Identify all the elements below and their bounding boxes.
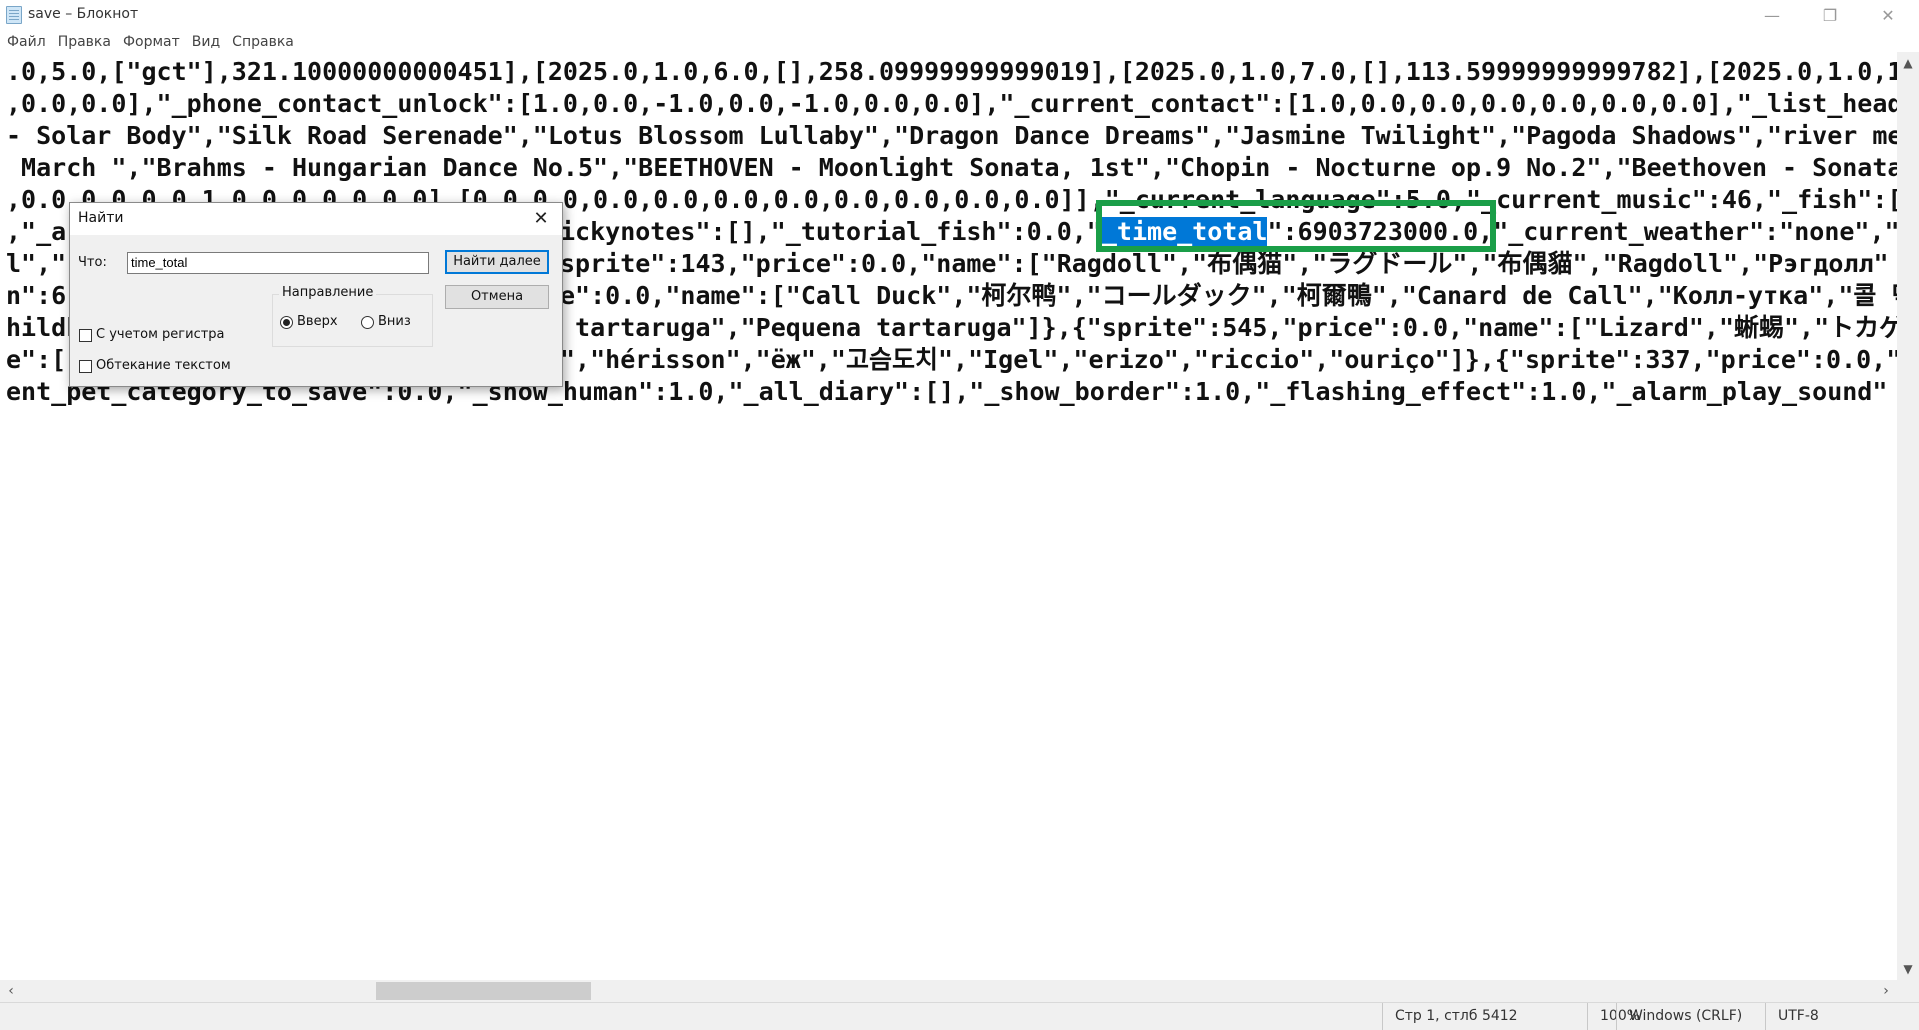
scroll-up-icon[interactable]: ▲ — [1897, 52, 1919, 74]
text-line: ,"_a — [6, 217, 67, 246]
find-dialog-title: Найти — [78, 210, 124, 226]
text-editor[interactable]: .0,5.0,["gct"],321.10000000000451],[2025… — [0, 52, 1897, 980]
scroll-right-icon[interactable]: › — [1875, 980, 1897, 1002]
search-input[interactable]: time_total — [127, 252, 429, 274]
minimize-button[interactable]: — — [1743, 0, 1801, 30]
menu-help[interactable]: Справка — [225, 30, 299, 52]
text-segment: ickynotes":[],"_tutorial_fish":0.0," — [560, 217, 1102, 246]
close-icon[interactable]: ✕ — [528, 206, 554, 232]
text-line: l"," — [6, 249, 67, 278]
maximize-button[interactable]: ❐ — [1801, 0, 1859, 30]
horizontal-scrollbar[interactable]: ‹ › — [0, 980, 1897, 1002]
close-window-button[interactable]: ✕ — [1859, 0, 1917, 30]
text-line: n":6 — [6, 281, 67, 310]
wrap-around-checkbox[interactable] — [79, 360, 92, 373]
cursor-position: Стр 1, стлб 5412 — [1382, 1003, 1522, 1030]
scrollbar-corner — [1897, 980, 1919, 1002]
cancel-button[interactable]: Отмена — [445, 285, 549, 309]
selected-search-match: _time_total — [1101, 217, 1268, 246]
horizontal-scroll-thumb[interactable] — [376, 982, 591, 1000]
direction-up-radio[interactable] — [280, 316, 293, 329]
menu-file[interactable]: Файл — [0, 30, 51, 52]
text-line-segment: tartaruga","Pequena tartaruga"]},{"sprit… — [560, 313, 1897, 342]
direction-label: Направление — [279, 285, 377, 300]
status-bar: Стр 1, стлб 5412 100% Windows (CRLF) UTF… — [0, 1002, 1919, 1030]
direction-up-label[interactable]: Вверх — [297, 314, 338, 329]
find-next-button[interactable]: Найти далее — [445, 250, 549, 274]
text-line-segment: ","hérisson","ёж","고슴도치","Igel","erizo",… — [560, 345, 1897, 374]
menu-format[interactable]: Формат — [116, 30, 185, 52]
find-dialog-titlebar[interactable]: Найти ✕ — [70, 203, 562, 235]
direction-down-label[interactable]: Вниз — [378, 314, 411, 329]
scroll-left-icon[interactable]: ‹ — [0, 980, 22, 1002]
direction-down-radio[interactable] — [361, 316, 374, 329]
menu-edit[interactable]: Правка — [51, 30, 116, 52]
find-dialog: Найти ✕ Что: time_total Найти далее Отме… — [69, 202, 563, 387]
text-line-segment: e":0.0,"name":["Call Duck","柯尔鸭","コールダック… — [560, 281, 1897, 310]
menu-bar: Файл Правка Формат Вид Справка — [0, 30, 1919, 52]
find-what-label: Что: — [78, 255, 107, 270]
window-title: save – Блокнот — [28, 6, 139, 22]
text-line: ,0.0,0.0],"_phone_contact_unlock":[1.0,0… — [6, 89, 1897, 118]
wrap-around-label[interactable]: Обтекание текстом — [96, 358, 231, 373]
text-segment: ":6903723000.0,"_current_weather":"none"… — [1267, 217, 1897, 246]
match-case-label[interactable]: С учетом регистра — [96, 327, 225, 342]
text-line: .0,5.0,["gct"],321.10000000000451],[2025… — [6, 57, 1897, 86]
scroll-down-icon[interactable]: ▼ — [1897, 958, 1919, 980]
vertical-scrollbar[interactable]: ▲ ▼ — [1897, 52, 1919, 980]
text-line-segment: sprite":143,"price":0.0,"name":["Ragdoll… — [560, 249, 1889, 278]
text-line: - Solar Body","Silk Road Serenade","Lotu… — [6, 121, 1897, 150]
match-case-checkbox[interactable] — [79, 329, 92, 342]
text-line: March ","Brahms - Hungarian Dance No.5",… — [6, 153, 1897, 182]
title-bar: save – Блокнот — ❐ ✕ — [0, 0, 1919, 30]
menu-view[interactable]: Вид — [185, 30, 225, 52]
notepad-icon — [6, 6, 22, 24]
encoding: UTF-8 — [1765, 1003, 1919, 1030]
line-endings: Windows (CRLF) — [1616, 1003, 1771, 1030]
direction-group: Направление Вверх Вниз — [272, 285, 433, 347]
text-line-segment: ickynotes":[],"_tutorial_fish":0.0,"_tim… — [560, 216, 1897, 248]
